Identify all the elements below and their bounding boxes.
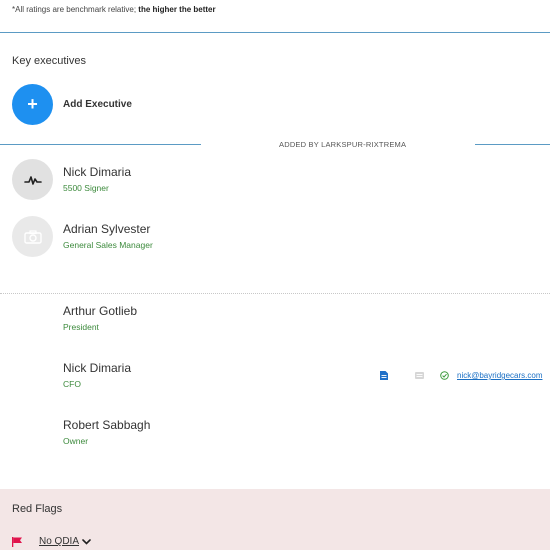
executive-role: General Sales Manager (63, 240, 153, 250)
divider-line-left (0, 144, 201, 145)
section-divider (0, 32, 550, 33)
section-title-key-executives: Key executives (12, 55, 86, 67)
executive-item[interactable]: Robert Sabbagh Owner (63, 417, 150, 446)
executive-name: Adrian Sylvester (63, 222, 151, 236)
camera-icon (12, 216, 53, 257)
executive-name: Robert Sabbagh (63, 418, 151, 432)
executive-role: Owner (63, 436, 89, 446)
red-flags-section: Red Flags No QDIA (0, 489, 550, 550)
executive-item[interactable]: Nick Dimaria CFO (63, 360, 131, 389)
executive-item[interactable]: Arthur Gotlieb President (63, 303, 137, 332)
chevron-down-icon[interactable] (82, 538, 91, 545)
red-flag-label[interactable]: No QDIA (39, 536, 79, 547)
add-executive-label[interactable]: Add Executive (63, 99, 132, 110)
signature-icon (12, 159, 53, 200)
executive-role: 5500 Signer (63, 183, 109, 193)
email-link[interactable]: nick@bayridgecars.com (457, 371, 542, 380)
document-icon[interactable] (380, 371, 388, 380)
executive-name: Arthur Gotlieb (63, 304, 138, 318)
flag-icon (12, 536, 22, 547)
contact-card-icon[interactable] (415, 372, 424, 379)
added-by-label: ADDED BY LARKSPUR-RIXTREMA (279, 140, 407, 149)
dotted-divider (0, 293, 550, 294)
ratings-note-text: *All ratings are benchmark relative; (12, 5, 139, 14)
contact-row: nick@bayridgecars.com (380, 371, 542, 380)
executive-item[interactable]: Nick Dimaria 5500 Signer (12, 159, 131, 200)
executive-item[interactable]: Adrian Sylvester General Sales Manager (12, 216, 153, 257)
divider-line-right (475, 144, 550, 145)
ratings-note-emphasis: the higher the better (138, 5, 216, 14)
executive-name: Nick Dimaria (63, 165, 132, 179)
executive-role: CFO (63, 379, 81, 389)
added-by-divider: ADDED BY LARKSPUR-RIXTREMA (0, 139, 550, 151)
plus-icon[interactable]: + (12, 84, 53, 125)
executive-role: President (63, 322, 99, 332)
section-title-red-flags: Red Flags (12, 503, 63, 515)
ratings-note: *All ratings are benchmark relative; the… (12, 5, 216, 14)
executive-name: Nick Dimaria (63, 361, 132, 375)
add-executive-button[interactable]: + Add Executive (12, 84, 132, 125)
verified-check-icon (440, 371, 449, 380)
red-flag-item[interactable]: No QDIA (12, 536, 91, 547)
